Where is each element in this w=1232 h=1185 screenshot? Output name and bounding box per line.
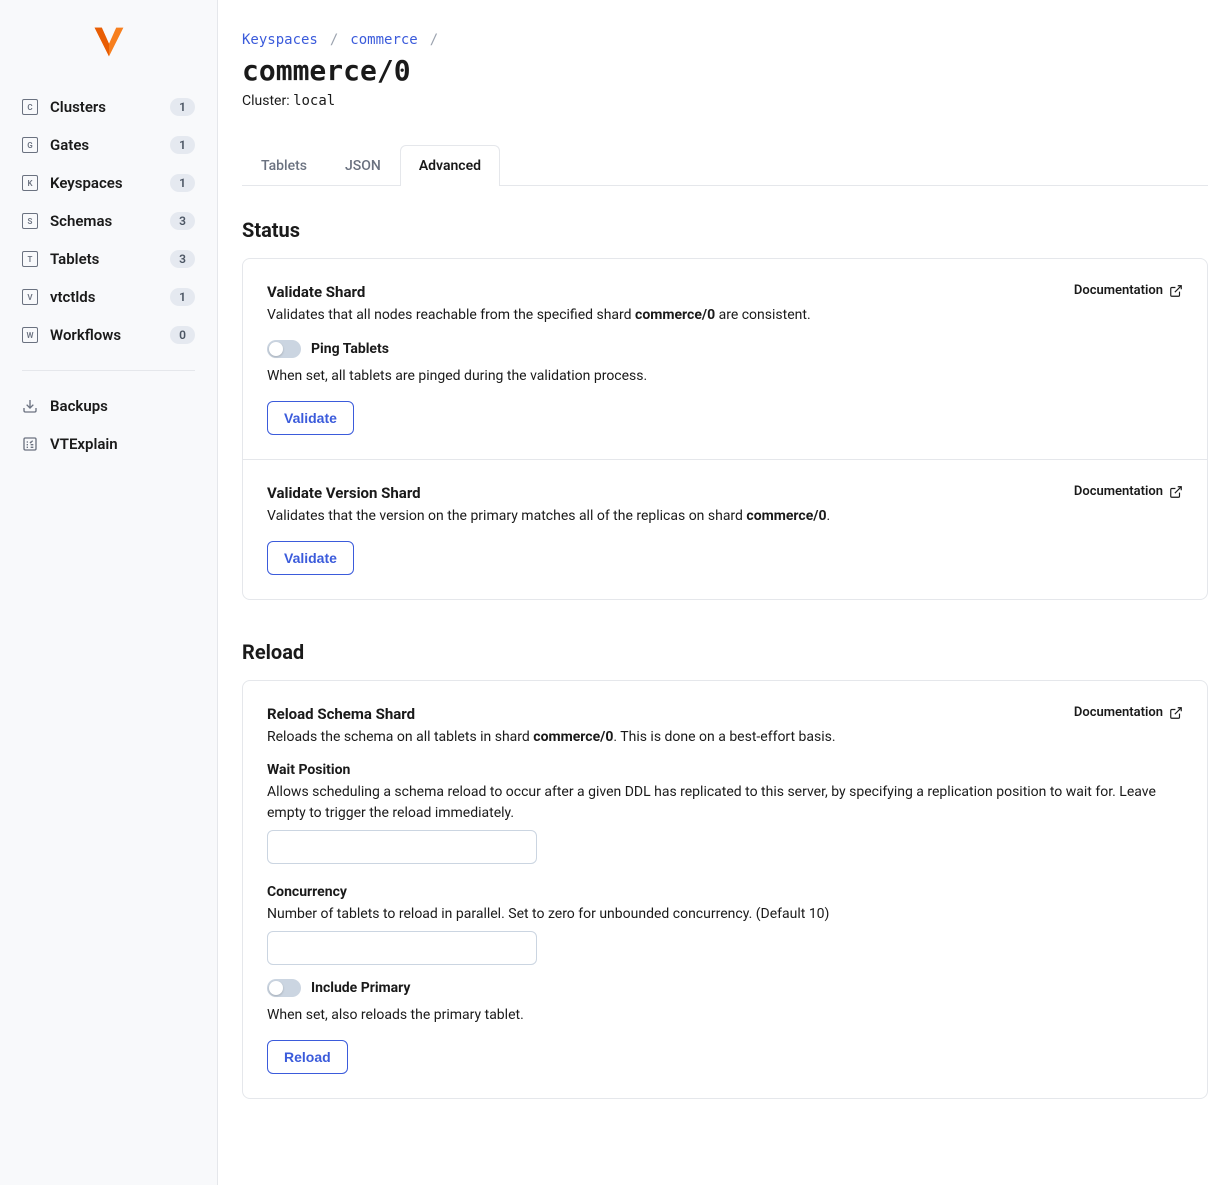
vitess-logo bbox=[0, 24, 217, 60]
validate-version-button[interactable]: Validate bbox=[267, 541, 354, 575]
validate-shard-desc: Validates that all nodes reachable from … bbox=[267, 305, 1183, 326]
nav-badge: 0 bbox=[170, 326, 195, 344]
checklist-icon bbox=[22, 436, 38, 452]
sidebar: C Clusters 1G Gates 1K Keyspaces 1S Sche… bbox=[0, 0, 218, 1185]
validate-version-desc: Validates that the version on the primar… bbox=[267, 506, 1183, 527]
nav-label: Schemas bbox=[50, 212, 170, 230]
concurrency-help: Number of tablets to reload in parallel.… bbox=[267, 904, 1183, 925]
external-link-icon bbox=[1169, 706, 1183, 720]
status-heading: Status bbox=[242, 218, 1208, 242]
main-content: Keyspaces / commerce / commerce/0 Cluste… bbox=[218, 0, 1232, 1185]
validate-version-title: Validate Version Shard bbox=[267, 484, 421, 502]
documentation-link[interactable]: Documentation bbox=[1074, 705, 1183, 720]
validate-version-shard-card: Validate Version Shard Documentation Val… bbox=[243, 460, 1207, 599]
nav-key-icon: W bbox=[22, 327, 38, 343]
concurrency-label: Concurrency bbox=[267, 884, 1183, 900]
nav-label: Clusters bbox=[50, 98, 170, 116]
sidebar-item-vtctlds[interactable]: V vtctlds 1 bbox=[0, 278, 217, 316]
external-link-icon bbox=[1169, 284, 1183, 298]
sidebar-item-workflows[interactable]: W Workflows 0 bbox=[0, 316, 217, 354]
nav-badge: 3 bbox=[170, 250, 195, 268]
page-title: commerce/0 bbox=[242, 54, 1208, 87]
ping-tablets-toggle[interactable] bbox=[267, 340, 301, 358]
tool-label: VTExplain bbox=[50, 435, 195, 453]
nav-badge: 1 bbox=[170, 98, 195, 116]
nav-badge: 1 bbox=[170, 174, 195, 192]
reload-schema-desc: Reloads the schema on all tablets in sha… bbox=[267, 727, 1183, 748]
validate-shard-card: Validate Shard Documentation Validates t… bbox=[243, 259, 1207, 460]
concurrency-input[interactable] bbox=[267, 931, 537, 965]
documentation-link[interactable]: Documentation bbox=[1074, 484, 1183, 499]
reload-heading: Reload bbox=[242, 640, 1208, 664]
nav-divider bbox=[22, 370, 195, 371]
include-primary-label: Include Primary bbox=[311, 980, 410, 996]
include-primary-help: When set, also reloads the primary table… bbox=[267, 1005, 1183, 1026]
tool-label: Backups bbox=[50, 397, 195, 415]
external-link-icon bbox=[1169, 485, 1183, 499]
tab-advanced[interactable]: Advanced bbox=[400, 145, 500, 186]
tab-tablets[interactable]: Tablets bbox=[242, 145, 326, 186]
breadcrumb-sep: / bbox=[430, 32, 438, 48]
reload-schema-card: Reload Schema Shard Documentation Reload… bbox=[243, 681, 1207, 1098]
wait-position-input[interactable] bbox=[267, 830, 537, 864]
sidebar-item-tablets[interactable]: T Tablets 3 bbox=[0, 240, 217, 278]
wait-position-label: Wait Position bbox=[267, 762, 1183, 778]
ping-tablets-help: When set, all tablets are pinged during … bbox=[267, 366, 1183, 387]
sidebar-item-clusters[interactable]: C Clusters 1 bbox=[0, 88, 217, 126]
documentation-link[interactable]: Documentation bbox=[1074, 283, 1183, 298]
breadcrumb-sep: / bbox=[330, 32, 338, 48]
breadcrumb-commerce[interactable]: commerce bbox=[350, 32, 417, 48]
cluster-info: Cluster: local bbox=[242, 93, 1208, 109]
reload-schema-title: Reload Schema Shard bbox=[267, 705, 415, 723]
breadcrumb-keyspaces[interactable]: Keyspaces bbox=[242, 32, 318, 48]
nav-key-icon: V bbox=[22, 289, 38, 305]
nav-key-icon: C bbox=[22, 99, 38, 115]
nav-badge: 3 bbox=[170, 212, 195, 230]
sidebar-tool-backups[interactable]: Backups bbox=[0, 387, 217, 425]
nav-key-icon: G bbox=[22, 137, 38, 153]
download-icon bbox=[22, 398, 38, 414]
nav-badge: 1 bbox=[170, 288, 195, 306]
nav-label: Keyspaces bbox=[50, 174, 170, 192]
nav-key-icon: T bbox=[22, 251, 38, 267]
nav-badge: 1 bbox=[170, 136, 195, 154]
nav-label: Tablets bbox=[50, 250, 170, 268]
wait-position-help: Allows scheduling a schema reload to occ… bbox=[267, 782, 1183, 824]
breadcrumb: Keyspaces / commerce / bbox=[242, 32, 1208, 48]
sidebar-item-schemas[interactable]: S Schemas 3 bbox=[0, 202, 217, 240]
nav-label: Gates bbox=[50, 136, 170, 154]
sidebar-tool-vtexplain[interactable]: VTExplain bbox=[0, 425, 217, 463]
ping-tablets-label: Ping Tablets bbox=[311, 341, 389, 357]
reload-card-group: Reload Schema Shard Documentation Reload… bbox=[242, 680, 1208, 1099]
validate-shard-title: Validate Shard bbox=[267, 283, 365, 301]
sidebar-item-gates[interactable]: G Gates 1 bbox=[0, 126, 217, 164]
sidebar-item-keyspaces[interactable]: K Keyspaces 1 bbox=[0, 164, 217, 202]
status-card-group: Validate Shard Documentation Validates t… bbox=[242, 258, 1208, 600]
nav-key-icon: S bbox=[22, 213, 38, 229]
tab-json[interactable]: JSON bbox=[326, 145, 400, 186]
nav-label: vtctlds bbox=[50, 288, 170, 306]
validate-shard-button[interactable]: Validate bbox=[267, 401, 354, 435]
nav-label: Workflows bbox=[50, 326, 170, 344]
nav-key-icon: K bbox=[22, 175, 38, 191]
include-primary-toggle[interactable] bbox=[267, 979, 301, 997]
reload-button[interactable]: Reload bbox=[267, 1040, 348, 1074]
tabs: TabletsJSONAdvanced bbox=[242, 145, 1208, 186]
